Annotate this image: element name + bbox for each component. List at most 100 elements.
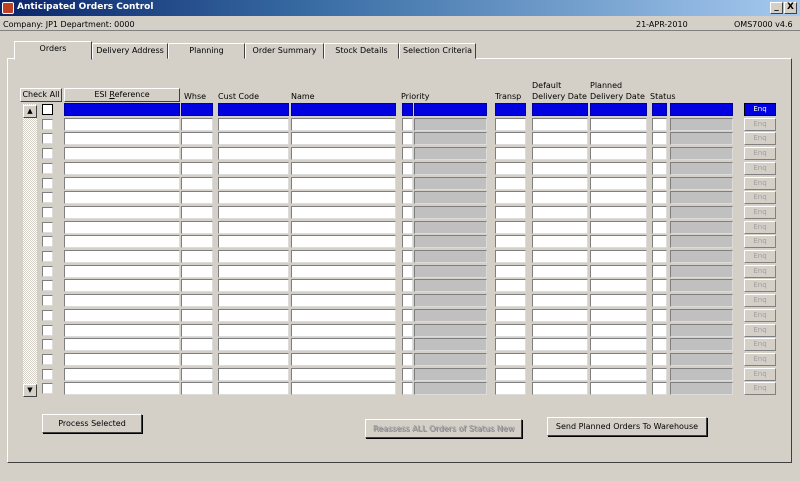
- priority-code-cell[interactable]: [402, 250, 413, 263]
- default-delivery-date-cell[interactable]: [532, 132, 588, 146]
- default-delivery-date-cell[interactable]: [532, 308, 588, 322]
- priority-code-cell[interactable]: [402, 191, 413, 205]
- enq-button[interactable]: Enq: [744, 132, 776, 146]
- esi-reference-cell[interactable]: [64, 205, 180, 219]
- enq-button[interactable]: Enq: [744, 367, 776, 381]
- planned-delivery-date-cell[interactable]: [590, 205, 647, 219]
- select-checkbox[interactable]: [42, 192, 53, 204]
- status-code-cell[interactable]: [652, 176, 667, 190]
- default-delivery-date-cell[interactable]: [532, 264, 588, 278]
- tab-stock-details[interactable]: Stock Details: [324, 43, 399, 59]
- planned-delivery-date-cell[interactable]: [590, 323, 647, 337]
- tab-orders[interactable]: Orders: [14, 41, 92, 60]
- cust-code-cell[interactable]: [218, 338, 289, 352]
- select-checkbox[interactable]: [42, 236, 53, 248]
- esi-reference-cell[interactable]: [64, 235, 180, 249]
- priority-code-cell[interactable]: [402, 103, 413, 116]
- whse-cell[interactable]: [181, 323, 213, 337]
- whse-cell[interactable]: [181, 191, 213, 205]
- status-code-cell[interactable]: [652, 220, 667, 234]
- planned-delivery-date-cell[interactable]: [590, 352, 647, 366]
- enq-button[interactable]: Enq: [744, 235, 776, 249]
- esi-reference-cell[interactable]: [64, 132, 180, 146]
- close-button[interactable]: X: [784, 2, 797, 14]
- select-checkbox[interactable]: [42, 280, 53, 292]
- table-row[interactable]: Enq: [0, 235, 800, 249]
- cust-code-cell[interactable]: [218, 220, 289, 234]
- tab-planning[interactable]: Planning: [168, 43, 245, 59]
- transp-cell[interactable]: [495, 308, 526, 322]
- name-cell[interactable]: [291, 235, 396, 249]
- select-checkbox[interactable]: [42, 133, 53, 145]
- transp-cell[interactable]: [495, 250, 526, 263]
- status-code-cell[interactable]: [652, 323, 667, 337]
- whse-cell[interactable]: [181, 103, 213, 116]
- default-delivery-date-cell[interactable]: [532, 352, 588, 366]
- whse-cell[interactable]: [181, 279, 213, 293]
- process-selected-button[interactable]: Process Selected: [42, 414, 142, 433]
- esi-reference-cell[interactable]: [64, 367, 180, 381]
- name-cell[interactable]: [291, 264, 396, 278]
- minimize-button[interactable]: _: [770, 2, 783, 14]
- priority-code-cell[interactable]: [402, 176, 413, 190]
- select-checkbox[interactable]: [42, 368, 53, 380]
- enq-button[interactable]: Enq: [744, 382, 776, 396]
- table-row[interactable]: Enq: [0, 382, 800, 396]
- enq-button[interactable]: Enq: [744, 147, 776, 161]
- cust-code-cell[interactable]: [218, 132, 289, 146]
- name-cell[interactable]: [291, 279, 396, 293]
- whse-cell[interactable]: [181, 338, 213, 352]
- status-code-cell[interactable]: [652, 235, 667, 249]
- status-code-cell[interactable]: [652, 161, 667, 175]
- table-row[interactable]: Enq: [0, 294, 800, 308]
- transp-cell[interactable]: [495, 279, 526, 293]
- cust-code-cell[interactable]: [218, 367, 289, 381]
- status-code-cell[interactable]: [652, 191, 667, 205]
- enq-button[interactable]: Enq: [744, 117, 776, 131]
- esi-reference-cell[interactable]: [64, 161, 180, 175]
- status-code-cell[interactable]: [652, 338, 667, 352]
- select-checkbox[interactable]: [42, 177, 53, 189]
- table-row[interactable]: Enq: [0, 220, 800, 235]
- whse-cell[interactable]: [181, 132, 213, 146]
- planned-delivery-date-cell[interactable]: [590, 103, 647, 116]
- default-delivery-date-cell[interactable]: [532, 279, 588, 293]
- name-cell[interactable]: [291, 352, 396, 366]
- whse-cell[interactable]: [181, 352, 213, 366]
- select-checkbox[interactable]: [42, 339, 53, 351]
- default-delivery-date-cell[interactable]: [532, 103, 588, 116]
- table-row[interactable]: Enq: [0, 323, 800, 338]
- transp-cell[interactable]: [495, 176, 526, 190]
- planned-delivery-date-cell[interactable]: [590, 132, 647, 146]
- table-row[interactable]: Enq: [0, 352, 800, 367]
- whse-cell[interactable]: [181, 117, 213, 131]
- cust-code-cell[interactable]: [218, 147, 289, 161]
- table-row[interactable]: Enq: [0, 176, 800, 191]
- name-cell[interactable]: [291, 117, 396, 131]
- name-cell[interactable]: [291, 161, 396, 175]
- name-cell[interactable]: [291, 250, 396, 263]
- cust-code-cell[interactable]: [218, 176, 289, 190]
- enq-button[interactable]: Enq: [744, 352, 776, 366]
- transp-cell[interactable]: [495, 191, 526, 205]
- name-cell[interactable]: [291, 308, 396, 322]
- enq-button[interactable]: Enq: [744, 103, 776, 116]
- name-cell[interactable]: [291, 367, 396, 381]
- select-checkbox[interactable]: [42, 162, 53, 174]
- default-delivery-date-cell[interactable]: [532, 191, 588, 205]
- status-code-cell[interactable]: [652, 367, 667, 381]
- priority-code-cell[interactable]: [402, 147, 413, 161]
- select-checkbox[interactable]: [42, 148, 53, 160]
- cust-code-cell[interactable]: [218, 250, 289, 263]
- table-row[interactable]: Enq: [0, 308, 800, 323]
- table-row[interactable]: Enq: [0, 117, 800, 132]
- transp-cell[interactable]: [495, 235, 526, 249]
- esi-reference-cell[interactable]: [64, 352, 180, 366]
- status-code-cell[interactable]: [652, 279, 667, 293]
- priority-code-cell[interactable]: [402, 352, 413, 366]
- priority-code-cell[interactable]: [402, 117, 413, 131]
- esi-reference-cell[interactable]: [64, 323, 180, 337]
- default-delivery-date-cell[interactable]: [532, 294, 588, 308]
- planned-delivery-date-cell[interactable]: [590, 220, 647, 234]
- table-row[interactable]: Enq: [0, 161, 800, 176]
